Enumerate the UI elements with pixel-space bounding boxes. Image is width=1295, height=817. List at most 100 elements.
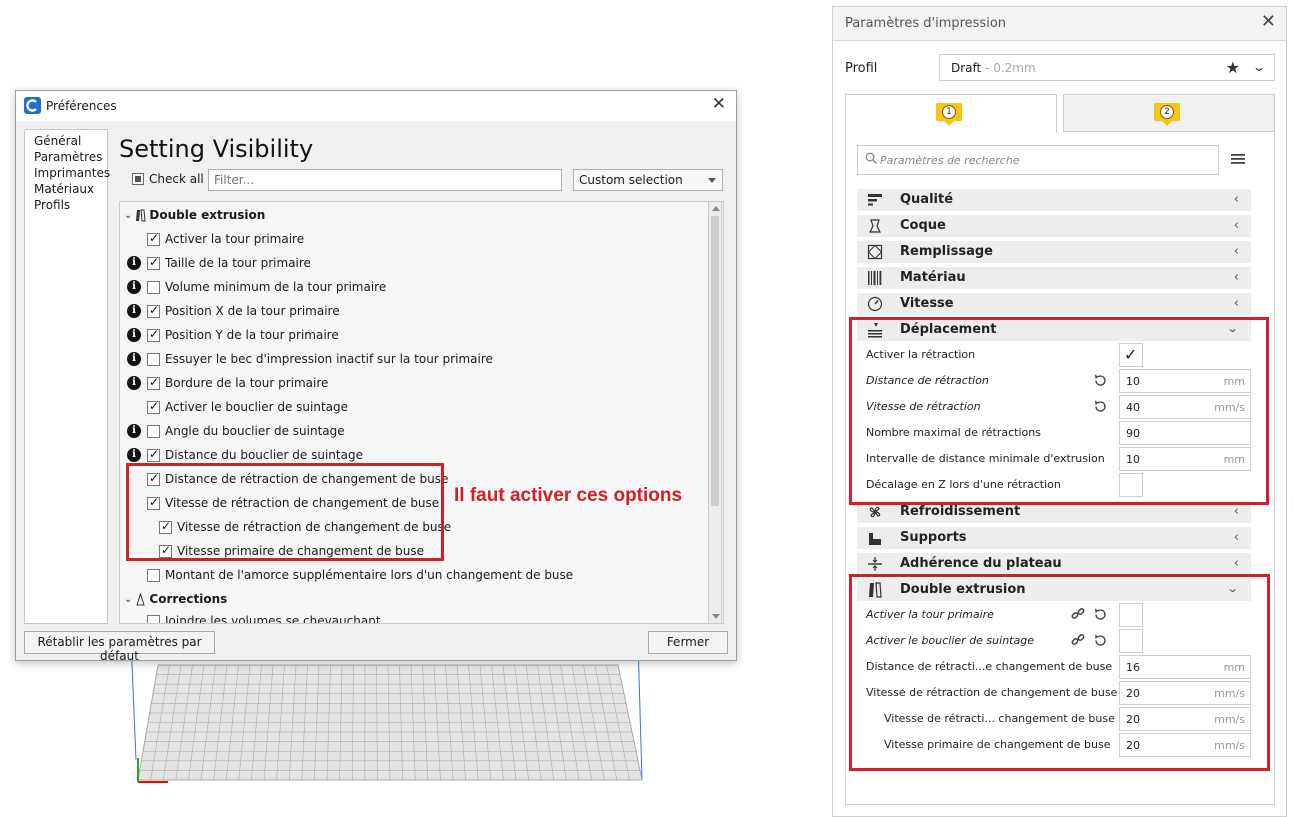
section-label: Vitesse [900,296,954,311]
section-material[interactable]: Matériau ‹ [857,267,1251,289]
info-icon[interactable]: i [127,448,141,462]
info-icon[interactable]: i [127,256,141,270]
print-settings-panel: Paramètres d'impression ✕ Profil Draft -… [832,6,1287,817]
setting-row[interactable]: Activer le bouclier de suintage [147,396,348,418]
setting-checkbox[interactable] [147,231,160,246]
setting-row[interactable]: Taille de la tour primaire [147,252,311,274]
section-support[interactable]: Supports ‹ [857,527,1251,549]
setting-label: Activer le bouclier de suintage [165,400,349,414]
dual-extrusion-icon [136,209,146,221]
setting-row[interactable]: Bordure de la tour primaire [147,372,328,394]
setting-label: Position Y de la tour primaire [165,328,339,342]
setting-checkbox[interactable] [147,280,160,294]
section-label: Matériau [900,270,966,285]
info-icon[interactable]: i [127,424,141,438]
star-icon[interactable]: ★ [1226,58,1240,77]
setting-checkbox[interactable] [147,568,160,582]
highlight-box [126,463,444,561]
setting-row[interactable]: Essuyer le bec d'impression inactif sur … [147,348,493,370]
nav-item-printers[interactable]: Imprimantes [34,165,110,181]
extruder-number: 1 [942,105,956,119]
mesh-fix-icon [136,592,146,605]
adhesion-icon [868,557,882,571]
dialog-titlebar: Préférences ✕ [16,91,736,121]
chevron-down-icon: ⌄ [124,593,133,605]
shell-icon [869,219,881,233]
profile-select[interactable]: Draft - 0.2mm ★ ⌄ [939,54,1275,81]
setting-label: Activer la tour primaire [165,232,305,246]
nav-item-profiles[interactable]: Profils [34,197,107,213]
setting-checkbox[interactable] [147,447,160,462]
scroll-up-icon[interactable] [712,206,720,211]
infill-icon [867,244,883,260]
setting-checkbox[interactable] [147,327,160,342]
extruder-number: 2 [1160,105,1174,119]
chevron-left-icon: ‹ [1233,270,1239,285]
setting-checkbox[interactable] [147,614,160,623]
profile-label: Profil [845,61,878,76]
support-icon [869,533,881,545]
setting-checkbox[interactable] [147,352,160,366]
settings-search-input[interactable]: Paramètres de recherche [857,145,1219,175]
profile-layer-height: - 0.2mm [981,61,1036,75]
search-placeholder: Paramètres de recherche [880,154,1020,167]
material-icon [868,271,882,285]
page-title: Setting Visibility [119,135,314,163]
setting-checkbox[interactable] [147,375,160,390]
close-button[interactable]: Fermer [648,631,728,654]
info-icon[interactable]: i [127,376,141,390]
chevron-left-icon: ‹ [1233,192,1239,207]
list-scrollbar[interactable] [708,201,722,624]
check-all[interactable]: Check all [132,172,204,186]
info-icon[interactable]: i [127,352,141,366]
setting-row[interactable]: Position X de la tour primaire [147,300,340,322]
nav-item-materials[interactable]: Matériaux [34,181,107,197]
setting-row[interactable]: Activer la tour primaire [147,228,304,250]
setting-row-partial[interactable]: Joindre les volumes se chevauchant [147,610,381,623]
setting-checkbox[interactable] [147,424,160,438]
category-label: Double extrusion [149,208,266,222]
setting-checkbox[interactable] [147,399,160,414]
scroll-down-icon[interactable] [712,614,720,619]
setting-row[interactable]: Volume minimum de la tour primaire [147,276,386,298]
setting-row[interactable]: Position Y de la tour primaire [147,324,339,346]
scrollbar-thumb[interactable] [711,216,719,506]
visibility-preset-select[interactable]: Custom selection [573,169,723,191]
setting-row[interactable]: Montant de l'amorce supplémentaire lors … [147,564,573,586]
category-corrections[interactable]: ⌄ Corrections [124,588,227,610]
category-double-extrusion[interactable]: ⌄ Double extrusion [124,204,265,226]
section-label: Refroidissement [900,504,1021,519]
nav-item-settings[interactable]: Paramètres [34,149,107,165]
search-icon [865,152,877,164]
section-speed[interactable]: Vitesse ‹ [857,293,1251,315]
dialog-close-icon[interactable]: ✕ [712,96,726,113]
reset-defaults-button[interactable]: Rétablir les paramètres par défaut [24,631,215,663]
setting-label: Volume minimum de la tour primaire [165,280,387,294]
chevron-left-icon: ‹ [1233,218,1239,233]
setting-label: Essuyer le bec d'impression inactif sur … [165,352,493,366]
panel-header: Paramètres d'impression ✕ [833,7,1286,41]
section-infill[interactable]: Remplissage ‹ [857,241,1251,263]
setting-checkbox[interactable] [147,303,160,318]
info-icon[interactable]: i [127,280,141,294]
check-all-checkbox[interactable] [132,173,144,185]
section-quality[interactable]: Qualité ‹ [857,189,1251,211]
menu-icon[interactable] [1231,153,1245,165]
filter-input[interactable] [208,169,562,191]
setting-checkbox[interactable] [147,255,160,270]
section-label: Coque [900,218,946,233]
setting-row[interactable]: Angle du bouclier de suintage [147,420,345,442]
close-icon[interactable]: ✕ [1261,13,1276,31]
section-shell[interactable]: Coque ‹ [857,215,1251,237]
chevron-left-icon: ‹ [1233,530,1239,545]
setting-label: Position X de la tour primaire [165,304,340,318]
section-adhesion[interactable]: Adhérence du plateau ‹ [857,553,1251,575]
nav-item-general[interactable]: Général [34,133,107,149]
info-icon[interactable]: i [127,304,141,318]
quality-icon [868,194,882,206]
tab-extruder-2[interactable]: 2 [1063,94,1275,132]
section-label: Qualité [900,192,954,207]
info-icon[interactable]: i [127,328,141,342]
chevron-down-icon [708,178,716,183]
tab-extruder-1[interactable]: 1 [845,94,1057,134]
